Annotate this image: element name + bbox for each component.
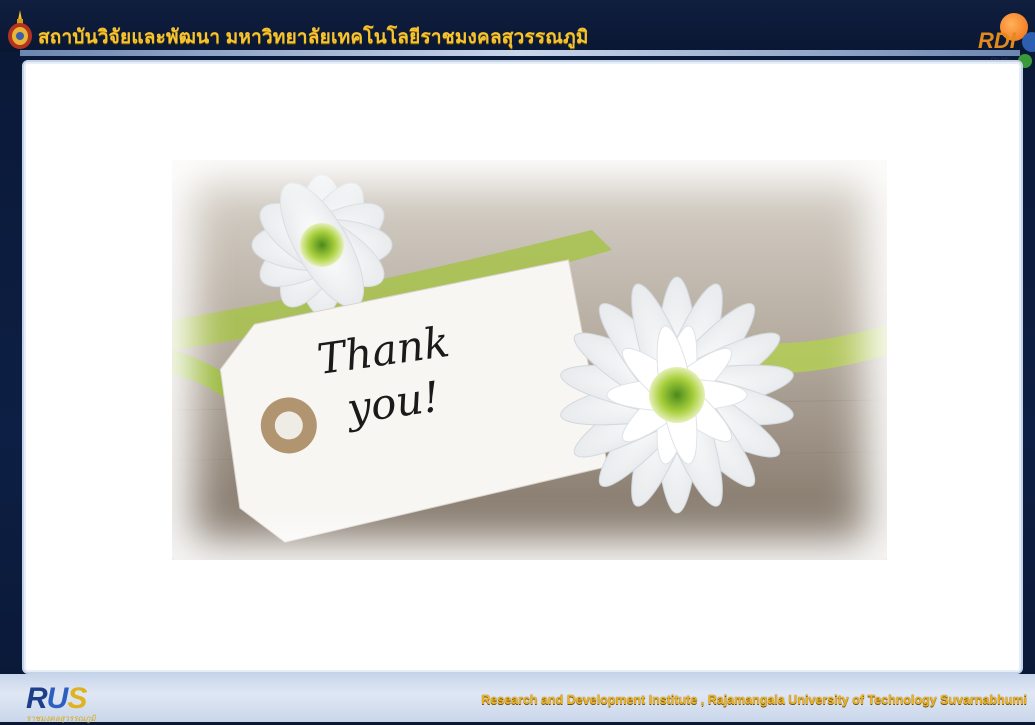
- thank-you-illustration: [172, 160, 887, 560]
- footer-caption: Research and Development Institute , Raj…: [481, 693, 1027, 707]
- tag-text-line2: you!: [343, 371, 443, 434]
- rus-logo-subtext: ราชมงคลสุวรรณภูมิ: [26, 714, 96, 723]
- business-circle-icon: [1022, 32, 1035, 52]
- rdi-logo-text: RDI: [978, 28, 1016, 53]
- rus-logo-r: R: [26, 682, 48, 715]
- thank-you-photo: Thank you!: [172, 160, 887, 560]
- rus-logo-u: U: [46, 682, 69, 715]
- header-title: สถาบันวิจัยและพัฒนา มหาวิทยาลัยเทคโนโลยี…: [38, 27, 589, 48]
- rus-logo-s: S: [67, 682, 87, 715]
- rus-logo: RUS: [26, 682, 87, 716]
- university-crest-icon: [8, 10, 32, 49]
- presentation-slide: สถาบันวิจัยและพัฒนา มหาวิทยาลัยเทคโนโลยี…: [0, 0, 1035, 723]
